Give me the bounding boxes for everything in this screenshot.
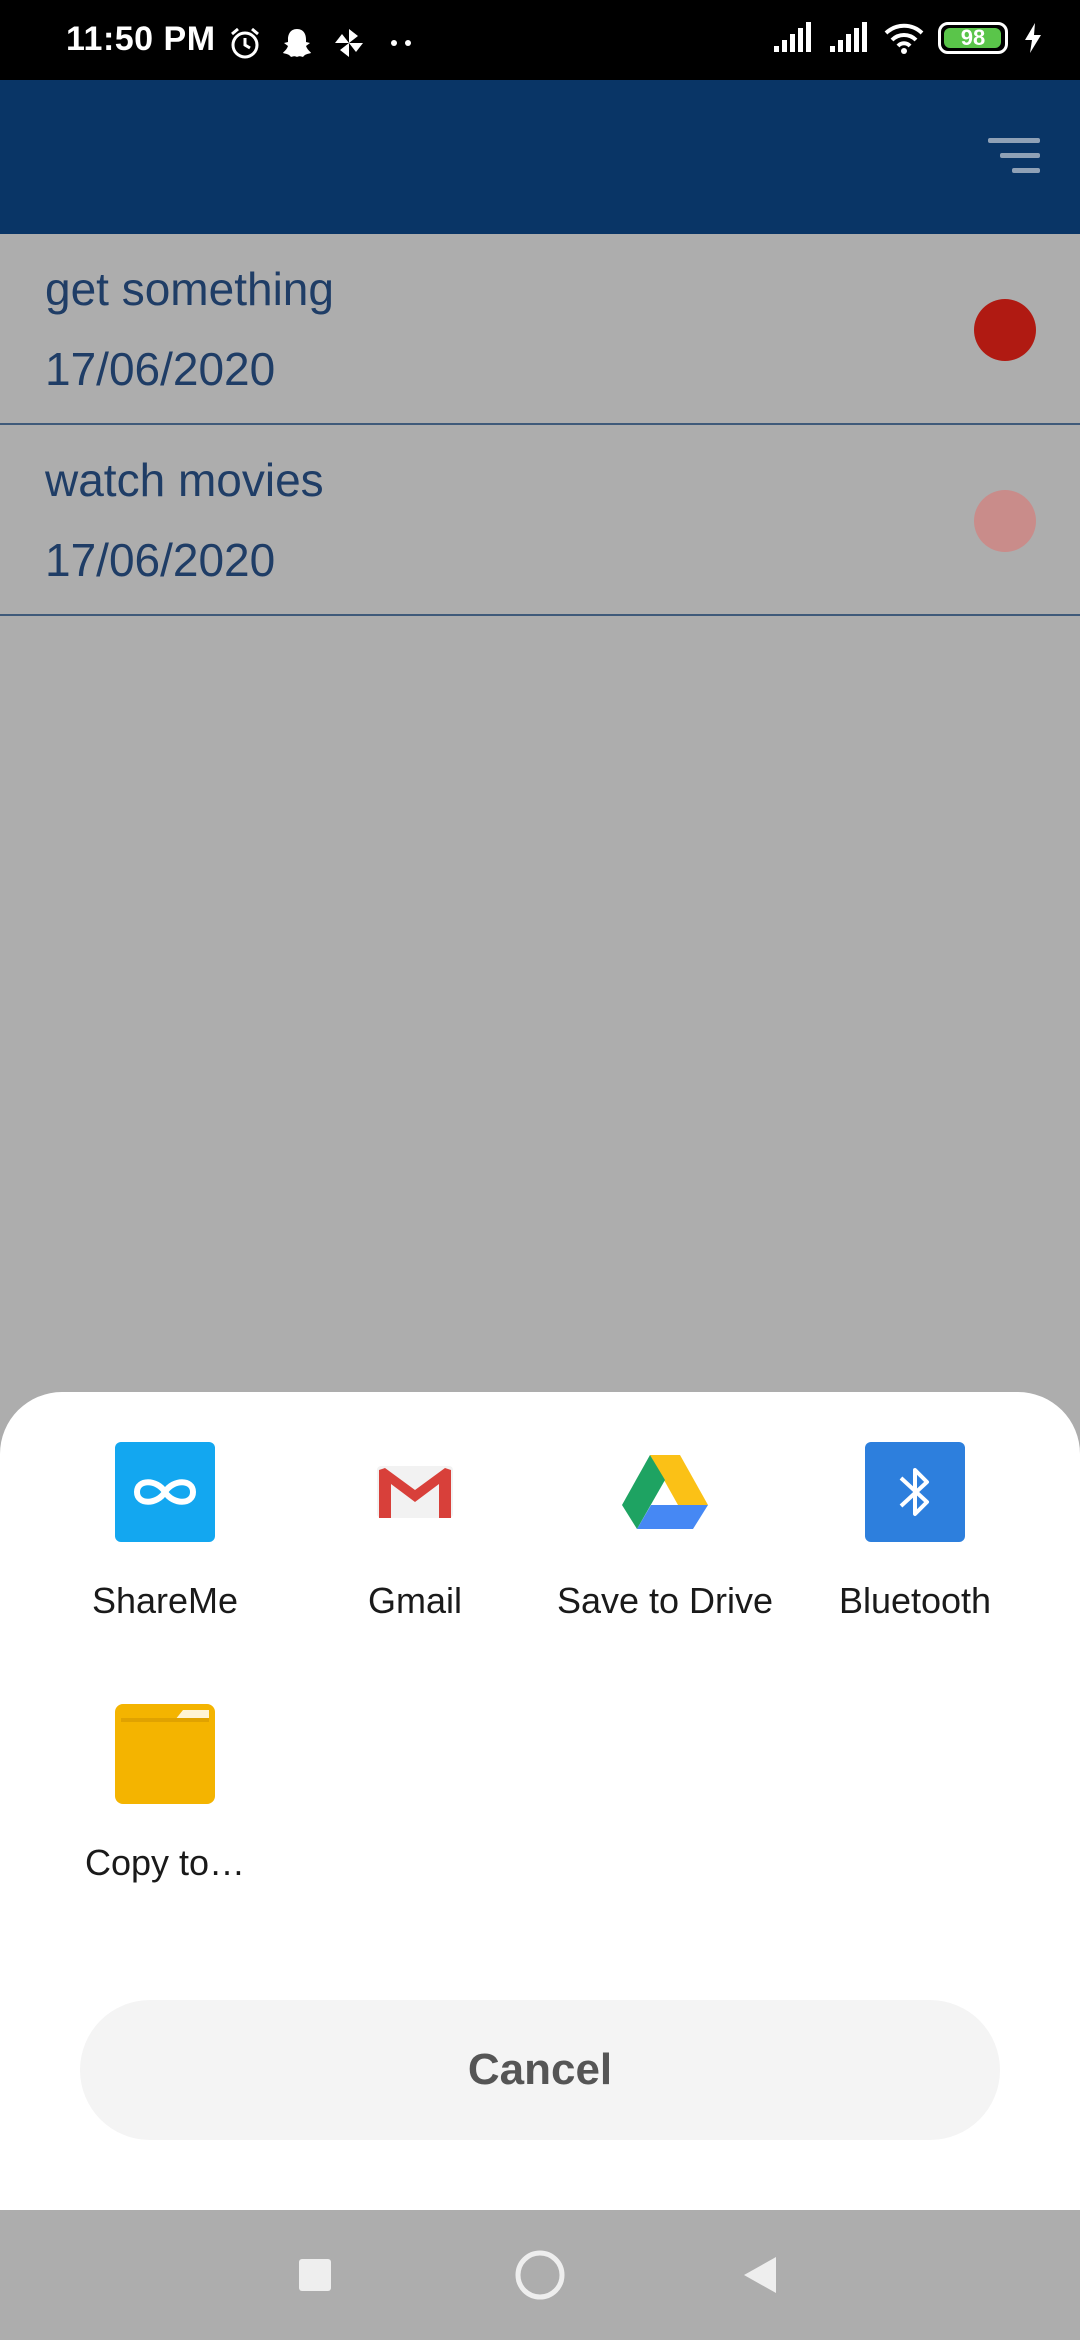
share-sheet: ShareMe Gmail Save to Drive Bluetooth Co…: [0, 1392, 1080, 2210]
list-item[interactable]: watch movies 17/06/2020: [0, 425, 1080, 616]
task-date: 17/06/2020: [45, 534, 276, 586]
snapchat-icon: [283, 29, 311, 57]
share-target-label: Bluetooth: [838, 1580, 992, 1621]
share-target-bluetooth[interactable]: Bluetooth: [790, 1442, 1040, 1622]
drive-icon: [615, 1442, 715, 1542]
app-bar: [0, 80, 1080, 234]
charging-icon: [1025, 23, 1041, 53]
share-target-label: ShareMe: [91, 1580, 239, 1621]
status-bar: 11:50 PM 98: [0, 0, 1080, 80]
share-target-drive[interactable]: Save to Drive: [540, 1442, 790, 1622]
task-title: watch movies: [45, 454, 324, 506]
pinwheel-icon: [335, 29, 363, 57]
cancel-button[interactable]: Cancel: [80, 2000, 1000, 2140]
share-target-shareme[interactable]: ShareMe: [40, 1442, 290, 1622]
status-system-icons: 98: [772, 22, 1044, 54]
shareme-icon: [115, 1442, 215, 1542]
share-target-copy-to[interactable]: Copy to…: [40, 1704, 290, 1884]
task-title: get something: [45, 263, 334, 315]
signal-icon: [774, 22, 811, 52]
back-triangle-icon: [744, 2257, 776, 2293]
recents-square-icon: [299, 2259, 331, 2291]
status-time: 11:50 PM: [66, 20, 216, 58]
battery-icon: 98: [938, 22, 1008, 54]
sort-menu-icon[interactable]: [988, 138, 1040, 178]
navigation-bar: [0, 2210, 1080, 2340]
back-button[interactable]: [720, 2210, 800, 2340]
signal-icon: [830, 22, 867, 52]
share-target-gmail[interactable]: Gmail: [290, 1442, 540, 1622]
priority-dot: [974, 299, 1036, 361]
list-item[interactable]: get something 17/06/2020: [0, 234, 1080, 425]
bluetooth-icon: [865, 1442, 965, 1542]
alarm-icon: [231, 27, 259, 59]
battery-level: 98: [960, 25, 986, 50]
gmail-icon: [365, 1442, 465, 1542]
share-target-label: Gmail: [367, 1580, 462, 1621]
task-list: get something 17/06/2020 watch movies 17…: [0, 234, 1080, 616]
home-circle-icon: [515, 2250, 565, 2300]
more-dots-icon: [391, 40, 411, 46]
share-target-label: Save to Drive: [556, 1580, 774, 1621]
home-button[interactable]: [500, 2210, 580, 2340]
priority-dot: [974, 490, 1036, 552]
share-target-label: Copy to…: [84, 1842, 246, 1883]
recents-button[interactable]: [275, 2210, 355, 2340]
task-date: 17/06/2020: [45, 343, 276, 395]
wifi-icon: [884, 23, 924, 54]
status-notification-icons: [228, 26, 418, 60]
folder-icon: [115, 1704, 215, 1804]
